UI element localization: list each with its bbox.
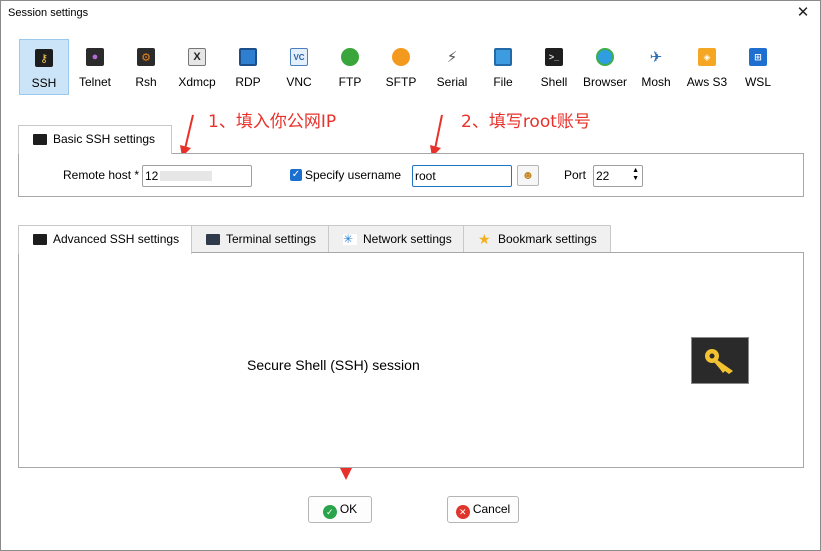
- session-type-wsl[interactable]: ⊞ WSL: [733, 39, 783, 95]
- port-label: Port: [564, 168, 587, 182]
- vnc-icon: VC: [290, 48, 308, 66]
- tab-bookmark-settings[interactable]: ★ Bookmark settings: [463, 225, 611, 252]
- ssh-key-icon: ⚷: [35, 49, 53, 67]
- session-type-telnet[interactable]: ● Telnet: [70, 39, 120, 95]
- session-type-mosh[interactable]: ✈ Mosh: [631, 39, 681, 95]
- browser-globe-icon: [596, 48, 614, 66]
- session-type-serial[interactable]: ⚡ Serial: [427, 39, 477, 95]
- session-type-xdmcp[interactable]: X Xdmcp: [172, 39, 222, 95]
- session-settings-window: Session settings ✕ ⚷ SSH ● Telnet ⚙ Rsh …: [0, 0, 821, 551]
- specify-username-label: Specify username: [305, 168, 402, 182]
- port-spinbox[interactable]: 22 ▲ ▼: [593, 165, 643, 187]
- basic-settings-panel: Remote host * 12 ✓ Specify username root…: [18, 153, 804, 197]
- serial-plug-icon: ⚡: [443, 48, 461, 66]
- ftp-globe-icon: [341, 48, 359, 66]
- annotation-step2: 2、填写root账号: [461, 112, 591, 132]
- session-type-browser[interactable]: Browser: [580, 39, 630, 95]
- annotation-step1: 1、填入你公网IP: [208, 112, 337, 132]
- close-button[interactable]: ✕: [786, 1, 820, 25]
- mosh-satellite-icon: ✈: [647, 48, 665, 66]
- shell-terminal-icon: >_: [545, 48, 563, 66]
- sftp-globe-icon: [392, 48, 410, 66]
- window-title: Session settings: [8, 7, 89, 19]
- title-bar: Session settings ✕: [1, 1, 820, 27]
- session-type-shell[interactable]: >_ Shell: [529, 39, 579, 95]
- file-monitor-icon: [494, 48, 512, 66]
- user-icon: ☻: [521, 168, 535, 182]
- session-type-bar: ⚷ SSH ● Telnet ⚙ Rsh X Xdmcp RDP VC VNC …: [17, 39, 807, 97]
- tab-basic-ssh-settings[interactable]: Basic SSH settings: [18, 125, 172, 154]
- tab-network-settings[interactable]: ✳ Network settings: [328, 225, 464, 252]
- tab-terminal-settings[interactable]: Terminal settings: [191, 225, 329, 252]
- username-input[interactable]: root: [412, 165, 512, 187]
- redacted-host-blur: [160, 171, 213, 181]
- rsh-icon: ⚙: [137, 48, 155, 66]
- advanced-settings-panel: Secure Shell (SSH) session: [18, 252, 804, 468]
- star-icon: ★: [478, 231, 491, 247]
- terminal-icon: [206, 234, 220, 245]
- aws-s3-icon: ◈: [698, 48, 716, 66]
- session-type-ssh[interactable]: ⚷ SSH: [19, 39, 69, 95]
- spin-arrows-icon[interactable]: ▲ ▼: [632, 167, 639, 183]
- session-type-vnc[interactable]: VC VNC: [274, 39, 324, 95]
- ssh-key-icon: [33, 234, 47, 245]
- ssh-key-icon: [33, 134, 47, 145]
- session-type-rdp[interactable]: RDP: [223, 39, 273, 95]
- wsl-windows-icon: ⊞: [749, 48, 767, 66]
- session-type-file[interactable]: File: [478, 39, 528, 95]
- session-type-rsh[interactable]: ⚙ Rsh: [121, 39, 171, 95]
- tab-advanced-ssh-settings[interactable]: Advanced SSH settings: [18, 225, 192, 254]
- cancel-button[interactable]: ✕ Cancel: [447, 496, 519, 523]
- rdp-monitor-icon: [239, 48, 257, 66]
- user-credentials-button[interactable]: ☻: [517, 165, 539, 186]
- ok-check-icon: ✓: [322, 505, 337, 519]
- key-icon: [705, 348, 733, 374]
- session-type-sftp[interactable]: SFTP: [376, 39, 426, 95]
- ok-button[interactable]: ✓ OK: [308, 496, 372, 523]
- network-icon: ✳: [343, 233, 357, 245]
- ssh-large-key-icon: [691, 337, 749, 384]
- session-description: Secure Shell (SSH) session: [247, 357, 420, 373]
- telnet-icon: ●: [86, 48, 104, 66]
- remote-host-input[interactable]: 12: [142, 165, 252, 187]
- cancel-x-icon: ✕: [455, 505, 470, 519]
- specify-username-checkbox[interactable]: ✓: [290, 169, 302, 181]
- remote-host-label: Remote host *: [63, 168, 140, 182]
- xdmcp-icon: X: [188, 48, 206, 66]
- session-type-aws-s3[interactable]: ◈ Aws S3: [682, 39, 732, 95]
- session-type-ftp[interactable]: FTP: [325, 39, 375, 95]
